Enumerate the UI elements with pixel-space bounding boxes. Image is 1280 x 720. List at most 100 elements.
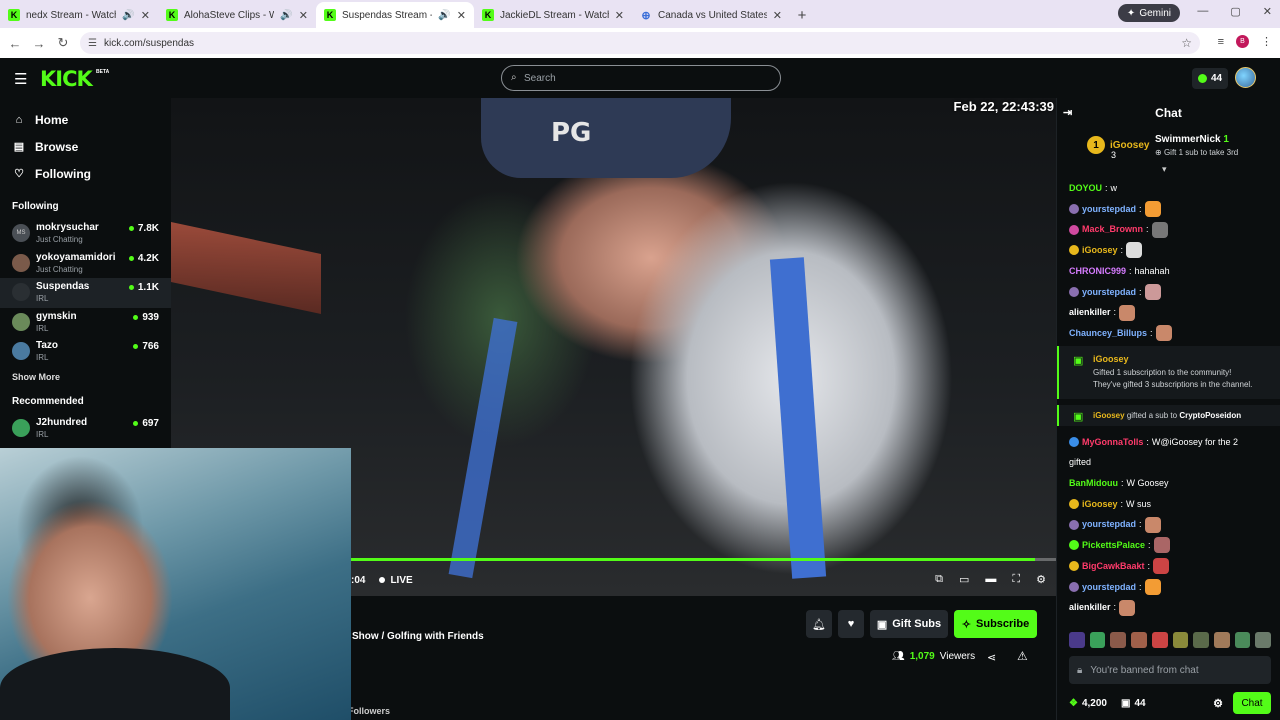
fullscreen-icon[interactable]: ⛶ <box>1012 573 1020 586</box>
event-user[interactable]: iGoosey <box>1093 354 1268 364</box>
back-icon[interactable]: ← <box>3 36 27 51</box>
emote-icon[interactable] <box>1172 632 1189 648</box>
channel-item-active[interactable]: Suspendas IRL 1.1K <box>0 278 171 308</box>
close-tab-icon[interactable]: ✕ <box>299 9 308 22</box>
chat-username[interactable]: MyGonnaTolls <box>1082 432 1143 453</box>
minimize-icon[interactable]: — <box>1197 5 1208 18</box>
chat-username[interactable]: yourstepdad <box>1082 514 1136 535</box>
site-info-icon[interactable]: ☰ <box>88 38 97 49</box>
chat-username[interactable]: yourstepdad <box>1082 199 1136 220</box>
chat-username[interactable]: BigCawkBaakt <box>1082 556 1145 577</box>
chat-message: Mack_Brownn: <box>1069 219 1268 240</box>
emote-icon[interactable] <box>1255 632 1272 648</box>
browser-tab[interactable]: ⊕ Canada vs United States of Am ✕ <box>632 2 790 28</box>
close-window-icon[interactable]: ✕ <box>1263 5 1272 18</box>
kick-points-button[interactable]: 44 <box>1192 68 1228 89</box>
chat-username[interactable]: yourstepdad <box>1082 577 1136 598</box>
emote-icon[interactable] <box>1089 632 1106 648</box>
chat-username[interactable]: iGoosey <box>1082 494 1118 515</box>
separator: : <box>1129 265 1132 276</box>
media-control-icon[interactable]: ≡ <box>1218 36 1224 48</box>
close-tab-icon[interactable]: ✕ <box>457 9 466 22</box>
sub-count[interactable]: ▣ 44 <box>1121 698 1146 709</box>
forward-icon[interactable]: → <box>27 36 51 51</box>
bookmark-star-icon[interactable]: ☆ <box>1181 36 1192 50</box>
settings-gear-icon[interactable]: ⚙ <box>1036 573 1046 586</box>
hamburger-menu-icon[interactable]: ☰ <box>14 70 27 88</box>
new-tab-button[interactable]: + <box>790 2 814 28</box>
event-user[interactable]: iGoosey <box>1093 411 1125 420</box>
url-field[interactable]: ☰ kick.com/suspendas ☆ <box>80 32 1200 54</box>
channel-category: Just Chatting <box>36 264 83 274</box>
show-more-link[interactable]: Show More <box>0 372 171 386</box>
collapse-chat-icon[interactable]: ⇥ <box>1063 106 1072 119</box>
chat-username[interactable]: BanMidouu <box>1069 473 1118 494</box>
maximize-icon[interactable]: ▢ <box>1230 5 1240 18</box>
emote-icon[interactable] <box>1193 632 1209 648</box>
chat-username[interactable]: Mack_Brownn <box>1082 219 1143 240</box>
channel-item[interactable]: J2hundred IRL 697 <box>0 414 171 444</box>
report-icon[interactable]: ⚠ <box>1017 649 1028 663</box>
notification-bell-button[interactable]: 🔔︎ <box>806 610 832 638</box>
pip-icon[interactable]: ⧉ <box>935 573 943 586</box>
emote-icon[interactable] <box>1069 632 1085 648</box>
live-label[interactable]: LIVE <box>390 575 412 586</box>
chat-username[interactable]: alienkiller <box>1069 597 1111 618</box>
chat-username[interactable]: PickettsPalace <box>1082 535 1145 556</box>
channel-item[interactable]: Tazo IRL 766 <box>0 337 171 367</box>
theater-mode-icon[interactable]: ▬ <box>985 573 996 586</box>
chat-username[interactable]: Chauncey_Billups <box>1069 323 1147 344</box>
browser-tab[interactable]: K JackieDL Stream - Watch Live o ✕ <box>474 2 632 28</box>
close-tab-icon[interactable]: ✕ <box>141 9 150 22</box>
user-avatar[interactable] <box>1235 67 1256 88</box>
expand-pinned-icon[interactable]: ▾ <box>1162 164 1167 175</box>
chat-settings-icon[interactable]: ⚙ <box>1213 697 1223 710</box>
channel-item[interactable]: MS mokrysuchar Just Chatting 7.8K <box>0 219 171 249</box>
subscribe-button[interactable]: ✧ Subscribe <box>954 610 1037 638</box>
chat-username[interactable]: DOYOU <box>1069 178 1102 199</box>
speaker-icon[interactable]: 🔊 <box>438 10 450 21</box>
search-input[interactable]: ⌕ Search <box>501 65 781 91</box>
close-tab-icon[interactable]: ✕ <box>773 9 782 22</box>
nav-home[interactable]: ⌂ Home <box>0 106 171 133</box>
heart-icon: ♡ <box>14 168 24 180</box>
profile-avatar[interactable]: B <box>1236 35 1249 48</box>
menu-dots-icon[interactable]: ⋮ <box>1261 35 1272 48</box>
separator: : <box>1113 602 1117 613</box>
kick-logo[interactable]: KICK <box>40 67 93 91</box>
browser-tab[interactable]: Knedx Stream - Watch Live o 🔊 ✕ <box>0 2 158 28</box>
mini-player-icon[interactable]: ▭ <box>959 573 969 586</box>
event-receiver[interactable]: CryptoPoseidon <box>1179 411 1241 420</box>
progress-bar[interactable] <box>351 558 1056 561</box>
emote-icon[interactable] <box>1151 632 1168 648</box>
reload-icon[interactable]: ↻ <box>51 35 75 51</box>
chat-username[interactable]: yourstepdad <box>1082 282 1136 303</box>
nav-browse[interactable]: ▤ Browse <box>0 133 171 160</box>
heart-icon: ♥ <box>847 618 855 630</box>
leaderboard-second[interactable]: SwimmerNick 1 <box>1155 134 1229 145</box>
close-tab-icon[interactable]: ✕ <box>615 9 624 22</box>
leaderboard-first[interactable]: 1 iGoosey <box>1087 136 1149 154</box>
channel-item[interactable]: gymskin IRL 939 <box>0 308 171 338</box>
browser-tab-active[interactable]: K Suspendas Stream - Watch 🔊 ✕ <box>316 2 474 28</box>
chat-send-button[interactable]: Chat <box>1233 692 1271 714</box>
speaker-icon[interactable]: 🔊 <box>280 10 292 21</box>
gift-subs-button[interactable]: ▣ Gift Subs <box>870 610 948 638</box>
follow-heart-button[interactable]: ♥ <box>838 610 864 638</box>
emote-icon[interactable] <box>1234 632 1251 648</box>
channel-points[interactable]: ❖ 4,200 <box>1069 698 1107 709</box>
share-icon[interactable]: ⋖ <box>987 651 996 664</box>
chat-username[interactable]: alienkiller <box>1069 302 1111 323</box>
channel-item[interactable]: yokoyamamidori Just Chatting 4.2K <box>0 249 171 279</box>
emote-icon[interactable] <box>1131 632 1147 648</box>
chat-username[interactable]: iGoosey <box>1082 240 1118 261</box>
browser-tab[interactable]: K AlohaSteve Clips - Watch Li 🔊 ✕ <box>158 2 316 28</box>
chat-message: alienkiller: <box>1069 302 1268 323</box>
emote-icon[interactable] <box>1213 632 1230 648</box>
nav-following[interactable]: ♡ Following <box>0 160 171 187</box>
gemini-button[interactable]: ✦ Gemini <box>1117 4 1180 22</box>
chat-text: W sus <box>1126 498 1152 509</box>
chat-username[interactable]: CHRONIC999 <box>1069 261 1126 282</box>
speaker-icon[interactable]: 🔊 <box>122 10 134 21</box>
emote-icon[interactable] <box>1110 632 1127 648</box>
